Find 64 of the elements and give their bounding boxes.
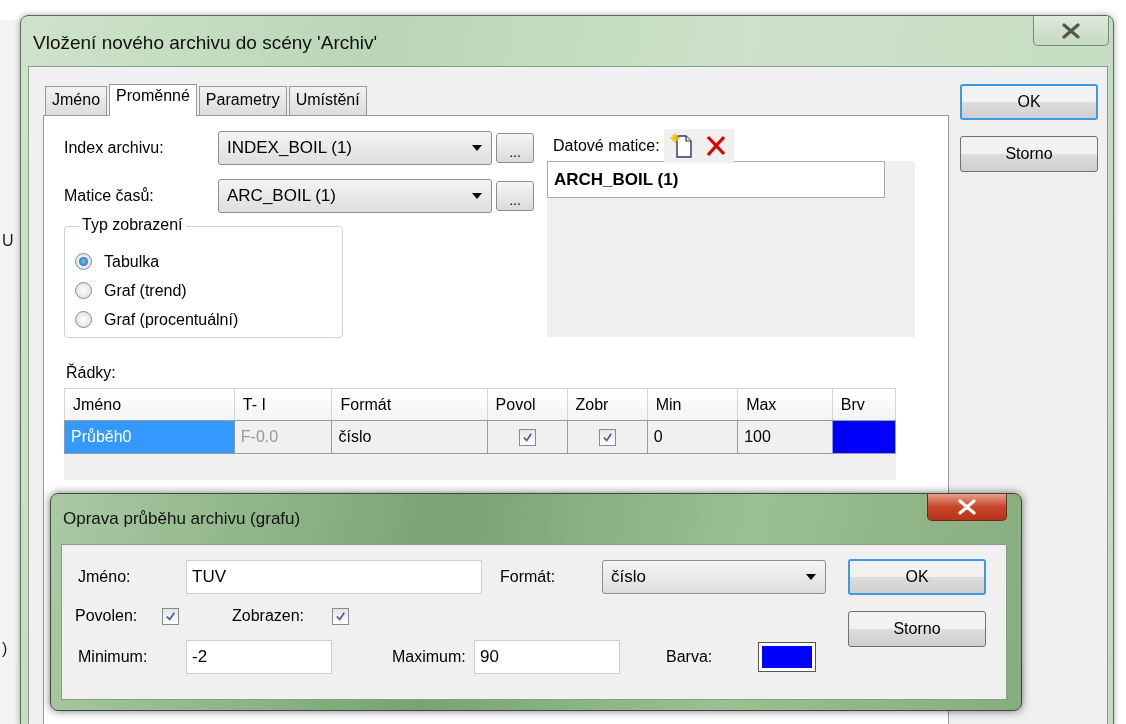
new-document-icon[interactable] <box>669 133 694 159</box>
dropdown-arrow-icon <box>471 144 483 152</box>
column-header: Formát <box>331 388 488 421</box>
column-header: T- I <box>234 388 332 421</box>
color-swatch[interactable] <box>758 642 816 672</box>
list-item[interactable]: ARCH_BOIL (1) <box>547 161 885 198</box>
radio-button[interactable] <box>75 311 92 328</box>
column-header: Max <box>737 388 833 421</box>
text-fragment: ) <box>2 640 8 658</box>
text-field[interactable]: -2 <box>186 640 332 674</box>
field-label: Maximum: <box>392 648 467 666</box>
column-header: Brv <box>832 388 896 421</box>
section-label: Řádky: <box>66 364 117 382</box>
column-header: Zobr <box>567 388 648 421</box>
tab[interactable]: Jméno <box>45 86 108 115</box>
field-label: Matice časů: <box>64 187 155 205</box>
field-label: Datové matice: <box>553 137 660 155</box>
window-title: Oprava průběhu archivu (grafu) <box>63 509 301 529</box>
browse-button[interactable]: ... <box>496 133 534 163</box>
group-title: Typ zobrazení <box>79 216 186 234</box>
column-header: Jméno <box>64 388 235 421</box>
text-field[interactable]: 90 <box>474 640 620 674</box>
radio-button[interactable] <box>75 282 92 299</box>
field-label: Jméno: <box>77 568 132 586</box>
checkbox[interactable] <box>162 607 179 625</box>
column-header: Min <box>647 388 738 421</box>
tab[interactable]: Parametry <box>198 86 287 115</box>
dropdown[interactable]: ARC_BOIL (1) <box>218 179 492 213</box>
radio-label: Graf (trend) <box>104 281 187 300</box>
close-button[interactable] <box>1033 16 1109 46</box>
checkbox[interactable] <box>598 429 616 447</box>
radio-button[interactable] <box>75 253 92 270</box>
tab[interactable]: Proměnné <box>109 84 197 116</box>
table-cell: F-0.0 <box>234 420 332 454</box>
field-label: Formát: <box>500 568 557 586</box>
window-title: Vložení nového archivu do scény 'Archiv' <box>33 32 378 54</box>
table-cell: 0 <box>647 420 738 454</box>
ok-button[interactable]: OK <box>960 84 1098 120</box>
field-label: Povolen: <box>74 607 139 625</box>
field-label: Minimum: <box>77 648 149 666</box>
text-field[interactable]: TUV <box>186 560 482 594</box>
cancel-button[interactable]: Storno <box>848 611 986 647</box>
ok-button[interactable]: OK <box>848 559 986 595</box>
table-cell: 100 <box>737 420 833 454</box>
radio-label: Graf (procentuální) <box>104 310 239 329</box>
dropdown-arrow-icon <box>471 192 483 200</box>
field-label: Barva: <box>666 648 714 666</box>
field-label: Zobrazen: <box>232 607 306 625</box>
close-button[interactable] <box>927 494 1007 521</box>
dropdown[interactable]: INDEX_BOIL (1) <box>218 131 492 165</box>
cancel-button[interactable]: Storno <box>960 136 1098 172</box>
dropdown[interactable]: číslo <box>602 560 826 594</box>
column-header: Povol <box>487 388 568 421</box>
text-fragment: U <box>2 232 14 250</box>
close-icon <box>957 499 977 515</box>
tab[interactable]: Umístění <box>288 86 367 115</box>
dropdown-arrow-icon <box>805 573 817 581</box>
close-icon <box>1061 22 1081 39</box>
browse-button[interactable]: ... <box>496 181 534 211</box>
radio-label: Tabulka <box>104 252 160 271</box>
table-cell: číslo <box>331 420 488 454</box>
field-label: Index archivu: <box>64 139 165 157</box>
checkbox[interactable] <box>332 607 349 625</box>
checkbox[interactable] <box>518 429 536 447</box>
